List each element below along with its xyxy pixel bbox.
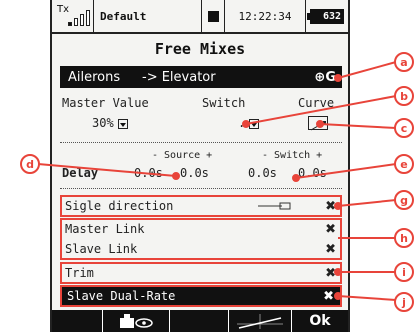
callout-h: h xyxy=(394,228,414,248)
callout-i: i xyxy=(394,262,414,282)
callout-lines xyxy=(37,61,397,301)
callout-a: a xyxy=(394,52,414,72)
callout-e: e xyxy=(394,154,414,174)
callout-j: j xyxy=(394,292,414,312)
callout-b: b xyxy=(394,86,414,106)
callout-c: c xyxy=(394,118,414,138)
callout-d: d xyxy=(20,154,40,174)
callout-g: g xyxy=(394,190,414,210)
